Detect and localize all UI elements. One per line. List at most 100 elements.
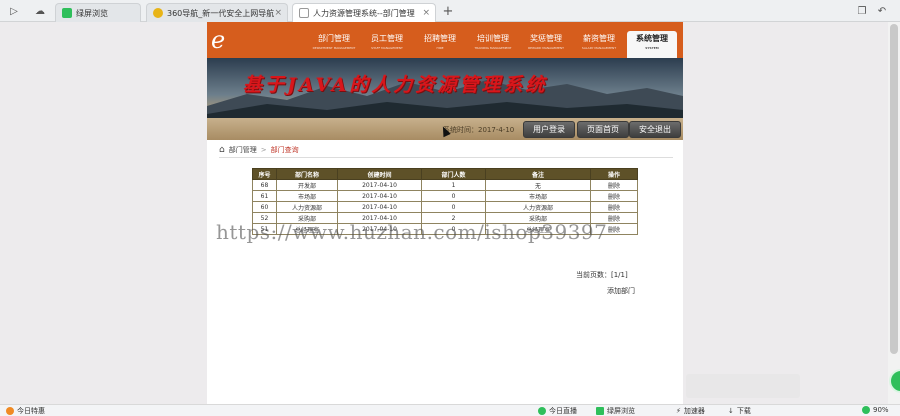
status-download-label: 下载 bbox=[736, 407, 751, 415]
logout-button[interactable]: 安全退出 bbox=[629, 121, 681, 138]
nav-item-subtitle: STAFF MANAGEMENT bbox=[371, 46, 403, 50]
page-icon bbox=[299, 8, 309, 18]
undo-icon[interactable]: ↶ bbox=[874, 3, 890, 19]
table-cell: 2017-04-10 bbox=[337, 201, 422, 213]
360-logo-icon bbox=[153, 8, 163, 18]
zoom-level[interactable]: 90% bbox=[862, 406, 889, 414]
status-live[interactable]: 今日直播 bbox=[538, 406, 577, 416]
nav-item-salary[interactable]: 薪资管理 SALARY MANAGEMENT bbox=[574, 31, 624, 58]
green-screen-icon bbox=[62, 8, 72, 18]
close-icon[interactable]: × bbox=[274, 8, 282, 18]
breadcrumb-separator: > bbox=[260, 146, 267, 154]
tab-label: 人力资源管理系统--部门管理 bbox=[313, 8, 415, 18]
nav-item-staff[interactable]: 员工管理 STAFF MANAGEMENT bbox=[362, 31, 412, 58]
nav-item-label: 薪资管理 bbox=[583, 34, 615, 43]
table-cell: 无 bbox=[485, 179, 591, 191]
left-gutter bbox=[0, 22, 207, 404]
divider bbox=[219, 157, 673, 158]
delete-link[interactable]: 删除 bbox=[590, 190, 638, 202]
status-accelerator[interactable]: ⚡ 加速器 bbox=[676, 406, 705, 416]
table-cell: 市场部 bbox=[276, 190, 338, 202]
table-cell: 2017-04-10 bbox=[337, 190, 422, 202]
zoom-icon bbox=[862, 406, 870, 414]
table-row: 61 市场部 2017-04-10 0 市场部 删除 bbox=[252, 190, 638, 202]
right-gutter bbox=[683, 22, 888, 404]
status-green-label: 绿屏浏览 bbox=[607, 407, 635, 415]
table-cell: 人力资源部 bbox=[276, 201, 338, 213]
tab-label: 绿屏浏览 bbox=[76, 8, 108, 18]
breadcrumb-current: 部门查询 bbox=[270, 146, 299, 154]
system-title: 基于JAVA的人力资源管理系统 bbox=[243, 74, 548, 96]
tab-green-browse[interactable]: 绿屏浏览 bbox=[55, 3, 141, 22]
nav-item-reward[interactable]: 奖惩管理 REWARD MANAGEMENT bbox=[521, 31, 571, 58]
hr-site: e 部门管理 DEPARTMENT MANAGEMENT 员工管理 STAFF MAN… bbox=[207, 22, 683, 404]
status-accelerator-label: 加速器 bbox=[683, 407, 705, 415]
scrollbar-thumb[interactable] bbox=[890, 24, 898, 354]
status-deals-label: 今日特惠 bbox=[17, 407, 45, 415]
nav-item-subtitle: SYSTEM bbox=[645, 46, 659, 50]
nav-item-subtitle: DEPARTMENT MANAGEMENT bbox=[312, 46, 356, 50]
table-header-row: 序号 部门名称 创建时间 部门人数 备注 操作 bbox=[252, 168, 638, 180]
table-cell: 2017-04-10 bbox=[337, 179, 422, 191]
nav-item-label: 招聘管理 bbox=[424, 34, 456, 43]
nav-item-label: 系统管理 bbox=[636, 34, 668, 43]
table-row: 68 开发部 2017-04-10 1 无删除 bbox=[252, 179, 638, 191]
table-cell: 68 bbox=[252, 179, 277, 191]
pagination-text: 当前页数：[1/1] bbox=[576, 271, 628, 279]
nav-item-subtitle: HIRE bbox=[436, 46, 444, 50]
table-cell: 人力资源部 bbox=[485, 201, 591, 213]
add-department-link[interactable]: 添加部门 bbox=[607, 286, 635, 296]
column-header: 创建时间 bbox=[337, 168, 422, 180]
delete-link[interactable]: 删除 bbox=[590, 201, 638, 213]
breadcrumb: ⌂ 部门管理 > 部门查询 bbox=[219, 144, 299, 156]
speed-icon: ⚡ bbox=[676, 407, 681, 415]
column-header: 部门名称 bbox=[276, 168, 338, 180]
nav-item-system[interactable]: 系统管理 SYSTEM bbox=[627, 31, 677, 58]
status-deals[interactable]: 今日特惠 bbox=[6, 406, 45, 416]
browser-statusbar: 今日特惠 今日直播 绿屏浏览 ⚡ 加速器 ↓ 下载 90% bbox=[0, 404, 900, 416]
status-green[interactable]: 绿屏浏览 bbox=[596, 406, 635, 416]
cloud-icon[interactable]: ☁ bbox=[32, 3, 48, 19]
new-tab-button[interactable]: + bbox=[440, 3, 456, 19]
nav-item-department[interactable]: 部门管理 DEPARTMENT MANAGEMENT bbox=[309, 31, 359, 58]
main-nav: e 部门管理 DEPARTMENT MANAGEMENT 员工管理 STAFF MAN… bbox=[207, 22, 683, 58]
page-viewport: e 部门管理 DEPARTMENT MANAGEMENT 员工管理 STAFF MAN… bbox=[0, 22, 900, 404]
logo: e bbox=[211, 26, 226, 54]
status-download[interactable]: ↓ 下载 bbox=[728, 406, 751, 416]
tab-label: 360导航_新一代安全上网导航 bbox=[167, 8, 275, 18]
nav-item-label: 培训管理 bbox=[477, 34, 509, 43]
column-header: 备注 bbox=[485, 168, 591, 180]
home-page-button[interactable]: 页面首页 bbox=[577, 121, 629, 138]
table-cell: 市场部 bbox=[485, 190, 591, 202]
toast-notification bbox=[686, 374, 800, 398]
column-header: 操作 bbox=[590, 168, 638, 180]
table-cell: 开发部 bbox=[276, 179, 338, 191]
watermark: https://www.huzhan.com/ishop39397 bbox=[216, 220, 608, 244]
tab-360-nav[interactable]: 360导航_新一代安全上网导航 × bbox=[146, 3, 288, 22]
nav-item-training[interactable]: 培训管理 TRAINING MANAGEMENT bbox=[468, 31, 518, 58]
window-restore-icon[interactable]: ❐ bbox=[854, 3, 870, 19]
nav-item-subtitle: REWARD MANAGEMENT bbox=[528, 46, 564, 50]
tab-hr-system[interactable]: 人力资源管理系统--部门管理 × bbox=[292, 3, 436, 22]
nav-item-label: 员工管理 bbox=[371, 34, 403, 43]
system-time: 系统时间：2017-4-10 bbox=[443, 126, 515, 134]
status-live-label: 今日直播 bbox=[549, 407, 577, 415]
table-cell: 1 bbox=[421, 179, 486, 191]
nav-item-subtitle: TRAINING MANAGEMENT bbox=[474, 46, 512, 50]
play-icon bbox=[538, 407, 546, 415]
table-cell: 0 bbox=[421, 201, 486, 213]
user-login-button[interactable]: 用户登录 bbox=[523, 121, 575, 138]
sidebar-toggle-icon[interactable]: ▷ bbox=[6, 3, 22, 19]
breadcrumb-root[interactable]: 部门管理 bbox=[229, 145, 257, 155]
column-header: 序号 bbox=[252, 168, 277, 180]
nav-item-subtitle: SALARY MANAGEMENT bbox=[581, 46, 617, 50]
table-cell: 0 bbox=[421, 190, 486, 202]
nav-item-hire[interactable]: 招聘管理 HIRE bbox=[415, 31, 465, 58]
table-cell: 60 bbox=[252, 201, 277, 213]
close-icon[interactable]: × bbox=[422, 8, 430, 18]
zoom-value: 90% bbox=[873, 406, 889, 414]
delete-link[interactable]: 删除 bbox=[590, 179, 638, 191]
table-row: 60 人力资源部 2017-04-10 0 人力资源部 删除 bbox=[252, 201, 638, 213]
scrollbar[interactable] bbox=[888, 22, 900, 404]
nav-item-label: 部门管理 bbox=[318, 34, 350, 43]
